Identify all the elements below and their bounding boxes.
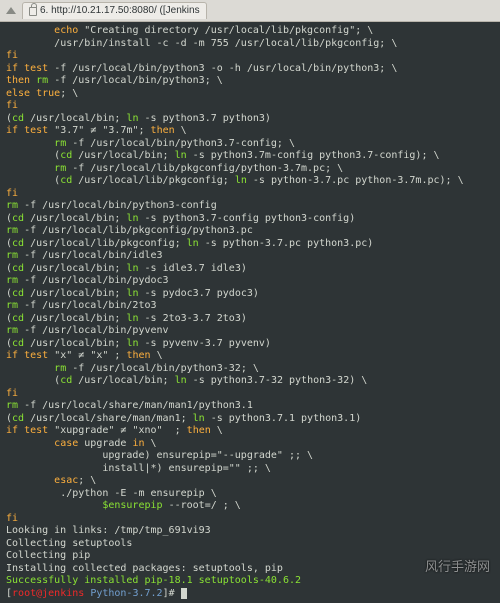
terminal-line: rm -f /usr/local/bin/idle3 xyxy=(6,250,494,263)
cursor-icon xyxy=(181,588,187,599)
terminal-line: (cd /usr/local/bin; ln -s python3.7 pyth… xyxy=(6,113,494,126)
terminal-line: rm -f /usr/local/bin/python3.7-config; \ xyxy=(6,138,494,151)
terminal-output[interactable]: echo "Creating directory /usr/local/lib/… xyxy=(0,22,500,603)
terminal-line: $ensurepip --root=/ ; \ xyxy=(6,500,494,513)
terminal-line: install|*) ensurepip="" ;; \ xyxy=(6,463,494,476)
terminal-line: (cd /usr/local/bin; ln -s idle3.7 idle3) xyxy=(6,263,494,276)
terminal-line: rm -f /usr/local/bin/2to3 xyxy=(6,300,494,313)
terminal-line: rm -f /usr/local/lib/pkgconfig/python3.p… xyxy=(6,225,494,238)
terminal-line: rm -f /usr/local/bin/pydoc3 xyxy=(6,275,494,288)
terminal-line: if test -f /usr/local/bin/python3 -o -h … xyxy=(6,63,494,76)
terminal-prompt[interactable]: [root@jenkins Python-3.7.2]# xyxy=(6,588,494,601)
terminal-line: Collecting setuptools xyxy=(6,538,494,551)
terminal-line: Installing collected packages: setuptool… xyxy=(6,563,494,576)
terminal-line: rm -f /usr/local/lib/pkgconfig/python-3.… xyxy=(6,163,494,176)
terminal-line: (cd /usr/local/lib/pkgconfig; ln -s pyth… xyxy=(6,175,494,188)
terminal-line: fi xyxy=(6,50,494,63)
terminal-line: Successfully installed pip-18.1 setuptoo… xyxy=(6,575,494,588)
terminal-line: (cd /usr/local/bin; ln -s pydoc3.7 pydoc… xyxy=(6,288,494,301)
browser-tab-bar: 6. http://10.21.17.50:8080/ ([Jenkins xyxy=(0,0,500,22)
terminal-line: rm -f /usr/local/bin/pyvenv xyxy=(6,325,494,338)
terminal-line: (cd /usr/local/bin; ln -s python3.7m-con… xyxy=(6,150,494,163)
tab-url: http://10.21.17.50:8080/ ([Jenkins xyxy=(51,5,199,18)
terminal-line: rm -f /usr/local/bin/python3-config xyxy=(6,200,494,213)
tab-index: 6. xyxy=(40,5,48,18)
terminal-line: Looking in links: /tmp/tmp_691vi93 xyxy=(6,525,494,538)
terminal-line: rm -f /usr/local/bin/python3-32; \ xyxy=(6,363,494,376)
terminal-line: (cd /usr/local/bin; ln -s 2to3-3.7 2to3) xyxy=(6,313,494,326)
terminal-line: if test "3.7" ≠ "3.7m"; then \ xyxy=(6,125,494,138)
terminal-line: (cd /usr/local/bin; ln -s python3.7-32 p… xyxy=(6,375,494,388)
terminal-line: else true; \ xyxy=(6,88,494,101)
watermark-text: 风行手游网 xyxy=(425,559,490,575)
terminal-line: if test "x" ≠ "x" ; then \ xyxy=(6,350,494,363)
terminal-line: fi xyxy=(6,388,494,401)
terminal-line: then rm -f /usr/local/bin/python3; \ xyxy=(6,75,494,88)
terminal-line: Collecting pip xyxy=(6,550,494,563)
terminal-line: if test "xupgrade" ≠ "xno" ; then \ xyxy=(6,425,494,438)
terminal-line: esac; \ xyxy=(6,475,494,488)
terminal-line: fi xyxy=(6,513,494,526)
terminal-line: (cd /usr/local/bin; ln -s python3.7-conf… xyxy=(6,213,494,226)
terminal-line: (cd /usr/local/share/man/man1; ln -s pyt… xyxy=(6,413,494,426)
lock-icon xyxy=(29,7,37,16)
terminal-line: fi xyxy=(6,188,494,201)
terminal-line: upgrade) ensurepip="--upgrade" ;; \ xyxy=(6,450,494,463)
terminal-line: echo "Creating directory /usr/local/lib/… xyxy=(6,25,494,38)
terminal-line: case upgrade in \ xyxy=(6,438,494,451)
browser-tab-active[interactable]: 6. http://10.21.17.50:8080/ ([Jenkins xyxy=(22,2,207,20)
home-icon xyxy=(6,7,16,14)
terminal-line: /usr/bin/install -c -d -m 755 /usr/local… xyxy=(6,38,494,51)
terminal-line: (cd /usr/local/lib/pkgconfig; ln -s pyth… xyxy=(6,238,494,251)
terminal-line: rm -f /usr/local/share/man/man1/python3.… xyxy=(6,400,494,413)
terminal-line: fi xyxy=(6,100,494,113)
home-tab[interactable] xyxy=(2,5,20,17)
terminal-line: (cd /usr/local/bin; ln -s pyvenv-3.7 pyv… xyxy=(6,338,494,351)
terminal-line: ./python -E -m ensurepip \ xyxy=(6,488,494,501)
